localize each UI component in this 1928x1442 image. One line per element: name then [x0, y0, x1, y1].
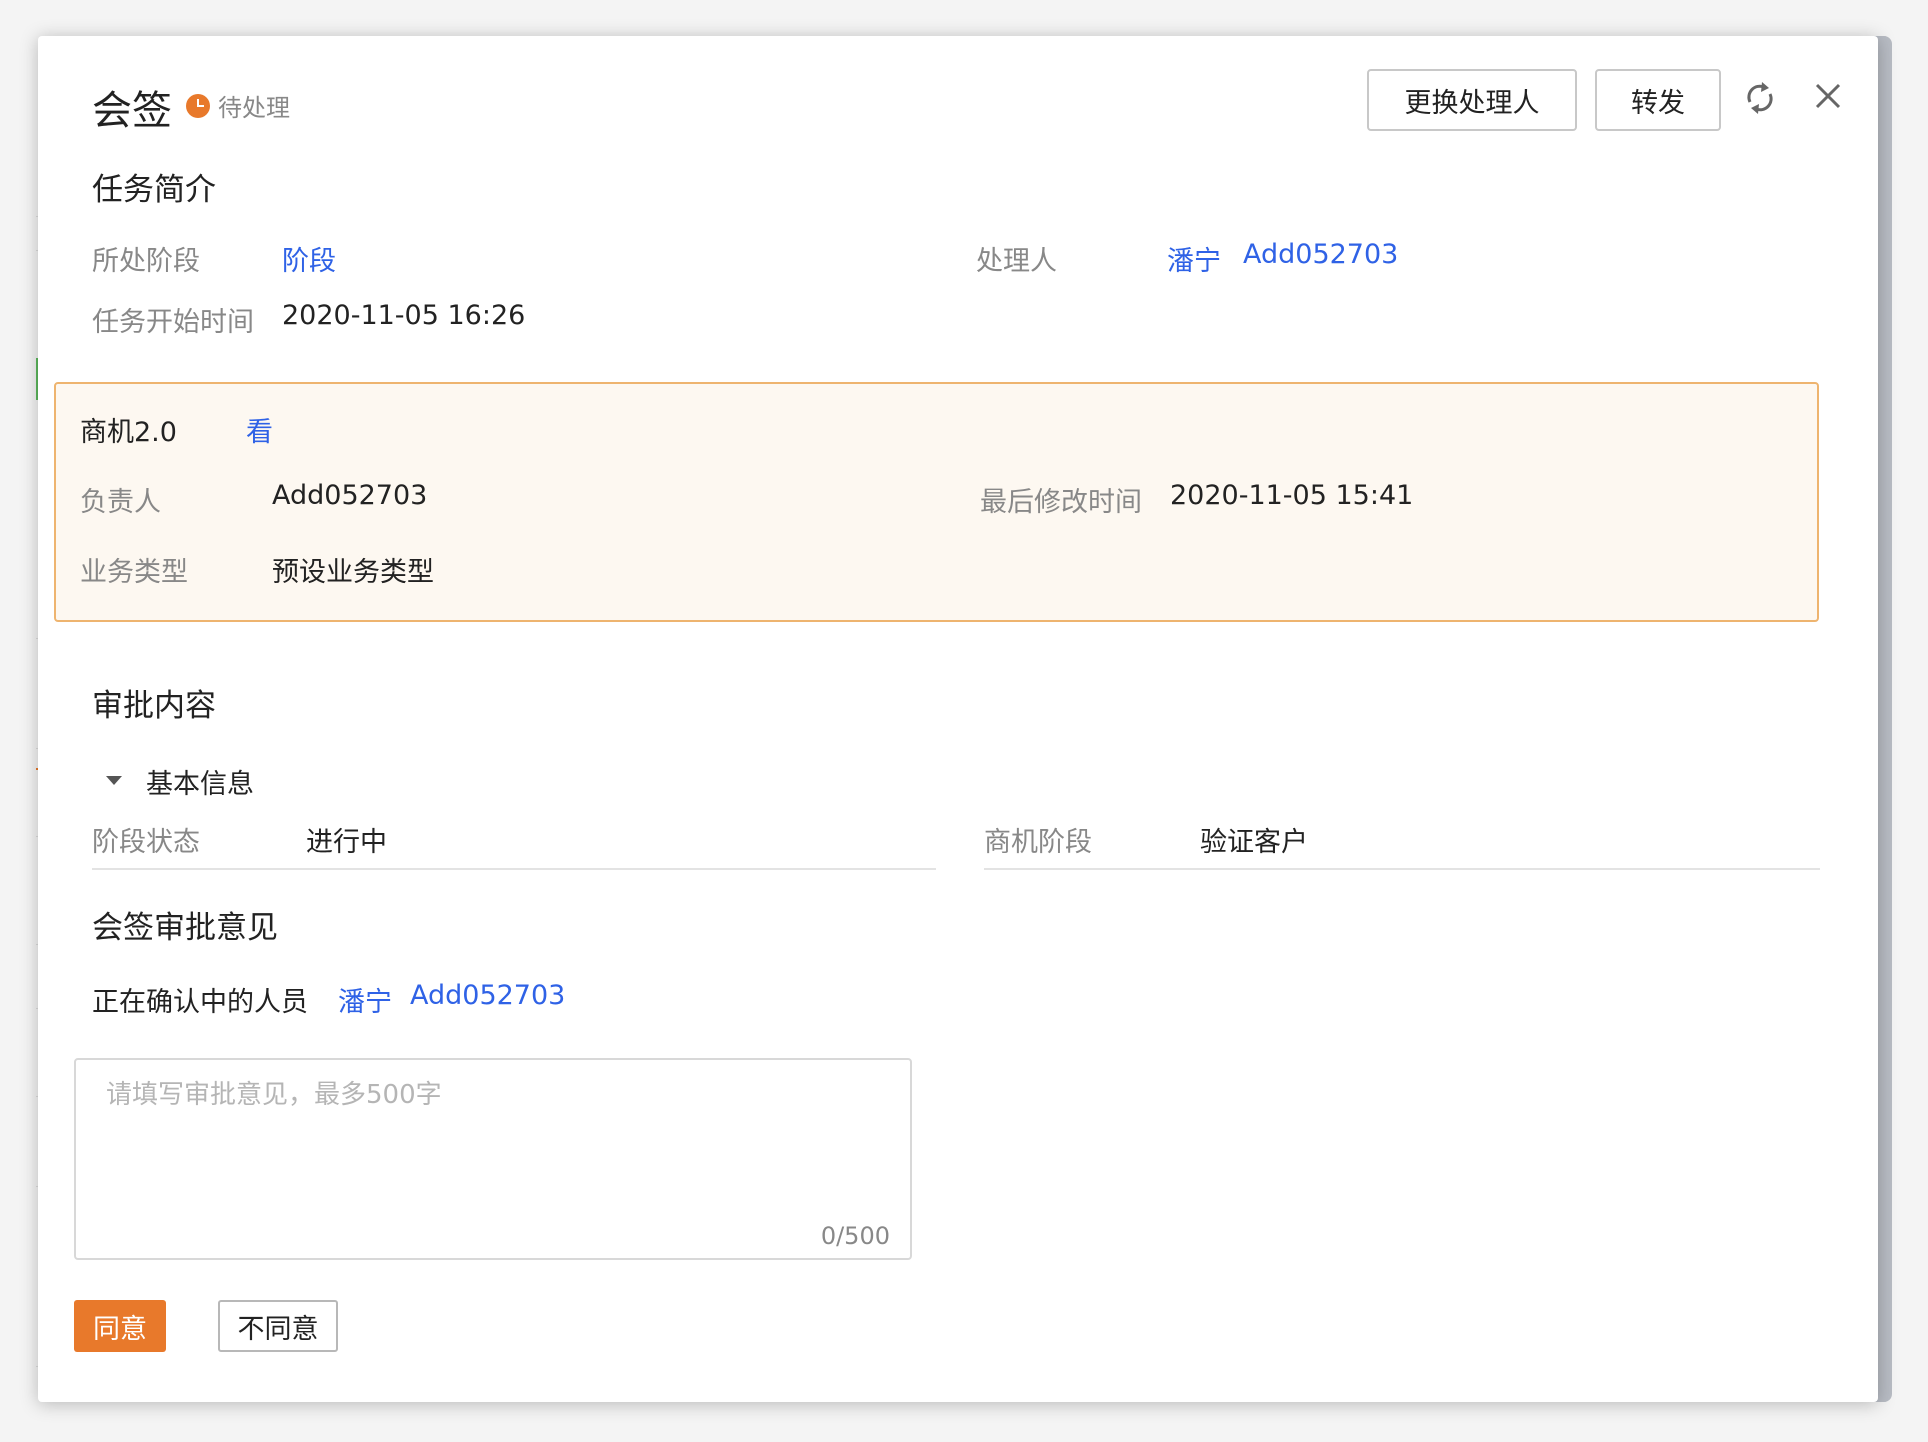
stage-link[interactable]: 阶段: [282, 239, 336, 278]
biz-type-value: 预设业务类型: [272, 557, 434, 588]
char-counter: 0/500: [820, 1222, 890, 1250]
handler-label: 处理人: [976, 246, 1057, 277]
handler-name-link[interactable]: 潘宁: [1167, 239, 1221, 278]
biz-type-label: 业务类型: [80, 557, 188, 588]
opportunity-stage-value: 验证客户: [1200, 827, 1308, 858]
change-handler-button[interactable]: 更换处理人: [1367, 69, 1577, 131]
field-divider: [92, 868, 936, 870]
opinion-textarea[interactable]: [76, 1060, 910, 1258]
modified-time-value: 2020-11-05 15:41: [1170, 480, 1414, 511]
refresh-icon[interactable]: [1742, 78, 1778, 118]
start-time-label: 任务开始时间: [92, 307, 254, 338]
confirming-id-link[interactable]: Add052703: [410, 980, 565, 1011]
task-intro-title: 任务简介: [92, 172, 216, 208]
approval-content-title: 审批内容: [92, 688, 216, 724]
confirming-label: 正在确认中的人员: [92, 987, 308, 1018]
status-text: 待处理: [218, 94, 290, 122]
field-divider: [984, 868, 1820, 870]
stage-status-label: 阶段状态: [92, 827, 200, 858]
close-icon[interactable]: [1812, 80, 1844, 112]
stage-status-value: 进行中: [306, 827, 387, 858]
agree-button[interactable]: 同意: [74, 1300, 166, 1352]
forward-button[interactable]: 转发: [1595, 69, 1721, 131]
opportunity-stage-label: 商机阶段: [984, 827, 1092, 858]
opinion-textarea-box: 0/500: [74, 1058, 912, 1260]
record-card: 商机2.0 看 负责人 Add052703 最后修改时间 2020-11-05 …: [54, 382, 1819, 622]
disagree-button[interactable]: 不同意: [218, 1300, 338, 1352]
countersign-opinion-title: 会签审批意见: [92, 910, 278, 946]
basic-info-group-title[interactable]: 基本信息: [146, 762, 254, 801]
record-title: 商机2.0: [80, 417, 177, 448]
modal-scrollbar[interactable]: [1878, 36, 1892, 1402]
dialog-title: 会签: [92, 88, 172, 134]
owner-label: 负责人: [80, 487, 161, 518]
start-time-value: 2020-11-05 16:26: [282, 300, 526, 331]
modified-time-label: 最后修改时间: [980, 487, 1142, 518]
collapse-caret-icon[interactable]: [106, 776, 122, 785]
owner-value: Add052703: [272, 480, 428, 511]
countersign-dialog: 会签 待处理 更换处理人 转发 任务简介 所处阶段 阶段 处理人 潘宁 Add0…: [38, 36, 1878, 1402]
status-badge: 待处理: [186, 88, 290, 123]
confirming-name-link[interactable]: 潘宁: [338, 980, 392, 1019]
clock-icon: [186, 93, 210, 118]
view-record-link[interactable]: 看: [246, 410, 273, 449]
stage-label: 所处阶段: [92, 246, 200, 277]
handler-id-link[interactable]: Add052703: [1243, 239, 1398, 270]
